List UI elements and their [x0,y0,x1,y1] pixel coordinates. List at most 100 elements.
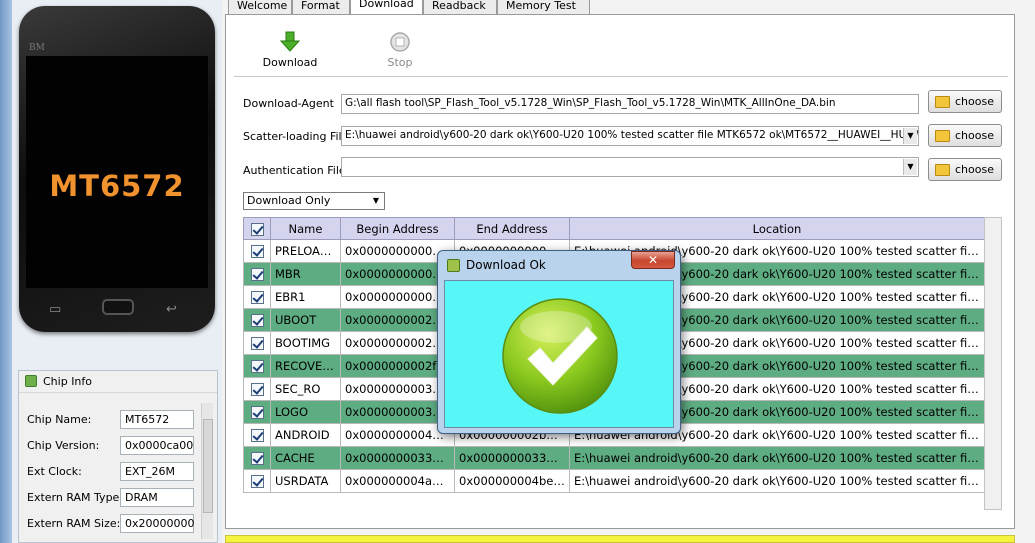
location-cell: E:\huawei android\y600-20 dark ok\Y600-U… [569,446,985,470]
menu-key-icon: ▭ [49,302,62,317]
checkbox-icon [250,291,264,304]
auth-file-combo[interactable]: ▼ [341,157,919,177]
chip-info-scroll-thumb[interactable] [203,419,213,513]
back-key-icon: ↩ [166,302,177,317]
download-ok-dialog: Download Ok ✕ [437,250,681,434]
begin-address-cell: 0x000000004a940000 [340,469,455,493]
extern-ram-size-field[interactable]: 0x20000000 [120,514,195,533]
row-checkbox[interactable] [243,331,271,355]
checkbox-icon [250,406,264,419]
partition-name-cell: SEC_RO [270,377,341,401]
stop-button[interactable]: Stop [370,31,430,69]
extern-ram-type-field[interactable]: DRAM [120,488,194,507]
download-button-label: Download [262,56,318,69]
partition-name-cell: LOGO [270,400,341,424]
tab-download[interactable]: Download [350,0,423,15]
choose-label: choose [955,163,994,176]
column-header-begin-address[interactable]: Begin Address [340,217,455,240]
download-agent-field[interactable]: G:\all flash tool\SP_Flash_Tool_v5.1728_… [341,94,919,114]
row-checkbox[interactable] [243,377,271,401]
download-button[interactable]: Download [260,31,320,69]
stop-button-label: Stop [387,56,413,69]
end-address-cell: 0x000000004bec2297 [454,469,570,493]
toolbar: Download Stop [234,19,1008,77]
table-header-row: Name Begin Address End Address Location [243,217,985,240]
row-checkbox[interactable] [243,469,271,493]
home-key-icon [102,299,134,315]
auth-file-label: Authentication File [243,164,346,177]
download-agent-label: Download-Agent [243,97,334,110]
tab-welcome[interactable]: Welcome [228,0,292,14]
partition-name-cell: BOOTIMG [270,331,341,355]
dialog-body [444,280,674,428]
chip-version-field[interactable]: 0x0000ca00 [120,436,194,455]
row-checkbox[interactable] [243,400,271,424]
checkbox-icon [250,268,264,281]
checkmark-icon [502,298,618,414]
row-checkbox[interactable] [243,308,271,332]
partition-name-cell: USRDATA [270,469,341,493]
row-checkbox[interactable] [243,354,271,378]
phone-screen: MT6572 [26,56,208,288]
chip-info-title: Chip Info [43,375,93,388]
phone-brand-label: BM [29,43,45,53]
row-checkbox[interactable] [243,285,271,309]
row-checkbox[interactable] [243,239,271,263]
table-scrollbar[interactable] [984,217,1002,510]
partition-name-cell: RECOVERY [270,354,341,378]
begin-address-cell: 0x0000000033140000 [340,446,455,470]
checkbox-icon [250,337,264,350]
chip-info-panel: Chip Info Chip Name: MT6572 Chip Version… [18,370,218,543]
download-mode-select[interactable]: Download Only ▼ [243,192,385,210]
checkbox-icon [250,360,264,373]
table-row[interactable]: CACHE0x00000000331400000x000000003393a0e… [243,446,985,470]
location-cell: E:\huawei android\y600-20 dark ok\Y600-U… [569,469,985,493]
table-row[interactable]: USRDATA0x000000004a9400000x000000004bec2… [243,469,985,493]
chip-version-label: Chip Version: [27,439,100,452]
partition-name-cell: EBR1 [270,285,341,309]
partition-name-cell: PRELOADER [270,239,341,263]
app-icon [447,259,460,272]
checkbox-icon [250,245,264,258]
phone-illustration: BM MT6572 ▭ ↩ [19,6,215,332]
chip-name-field[interactable]: MT6572 [120,410,194,429]
scatter-file-combo[interactable]: E:\huawei android\y600-20 dark ok\Y600-U… [341,126,919,146]
row-checkbox[interactable] [243,446,271,470]
tab-readback[interactable]: Readback [423,0,497,14]
auth-file-choose-button[interactable]: choose [928,158,1002,181]
scatter-file-choose-button[interactable]: choose [928,124,1002,147]
row-checkbox[interactable] [243,423,271,447]
extern-ram-size-label: Extern RAM Size: [27,517,121,530]
chip-info-scrollbar[interactable] [201,403,213,539]
choose-label: choose [955,129,994,142]
close-button[interactable]: ✕ [631,251,675,269]
ext-clock-label: Ext Clock: [27,465,82,478]
tab-format[interactable]: Format [292,0,350,14]
checkbox-icon [250,475,264,488]
stop-icon [390,32,410,52]
partition-name-cell: ANDROID [270,423,341,447]
chip-name-label: Chip Name: [27,413,92,426]
checkbox-icon [250,429,264,442]
folder-icon [935,164,950,176]
checkbox-icon [250,452,264,465]
ext-clock-field[interactable]: EXT_26M [120,462,194,481]
column-header-end-address[interactable]: End Address [454,217,570,240]
folder-icon [935,130,950,142]
download-agent-choose-button[interactable]: choose [928,90,1002,113]
column-header-location[interactable]: Location [569,217,985,240]
download-mode-value: Download Only [247,194,331,207]
column-header-name[interactable]: Name [270,217,341,240]
chevron-down-icon[interactable]: ▼ [903,128,917,144]
chip-info-icon [25,375,37,387]
scatter-file-label: Scatter-loading File [243,130,349,143]
download-arrow-icon [279,31,301,52]
select-all-checkbox[interactable] [243,217,271,240]
chip-info-header: Chip Info [19,371,217,393]
chevron-down-icon[interactable]: ▼ [369,194,383,208]
window-left-border [0,0,12,543]
row-checkbox[interactable] [243,262,271,286]
checkbox-icon [250,383,264,396]
tab-memory-test[interactable]: Memory Test [497,0,590,14]
chevron-down-icon[interactable]: ▼ [903,159,917,175]
